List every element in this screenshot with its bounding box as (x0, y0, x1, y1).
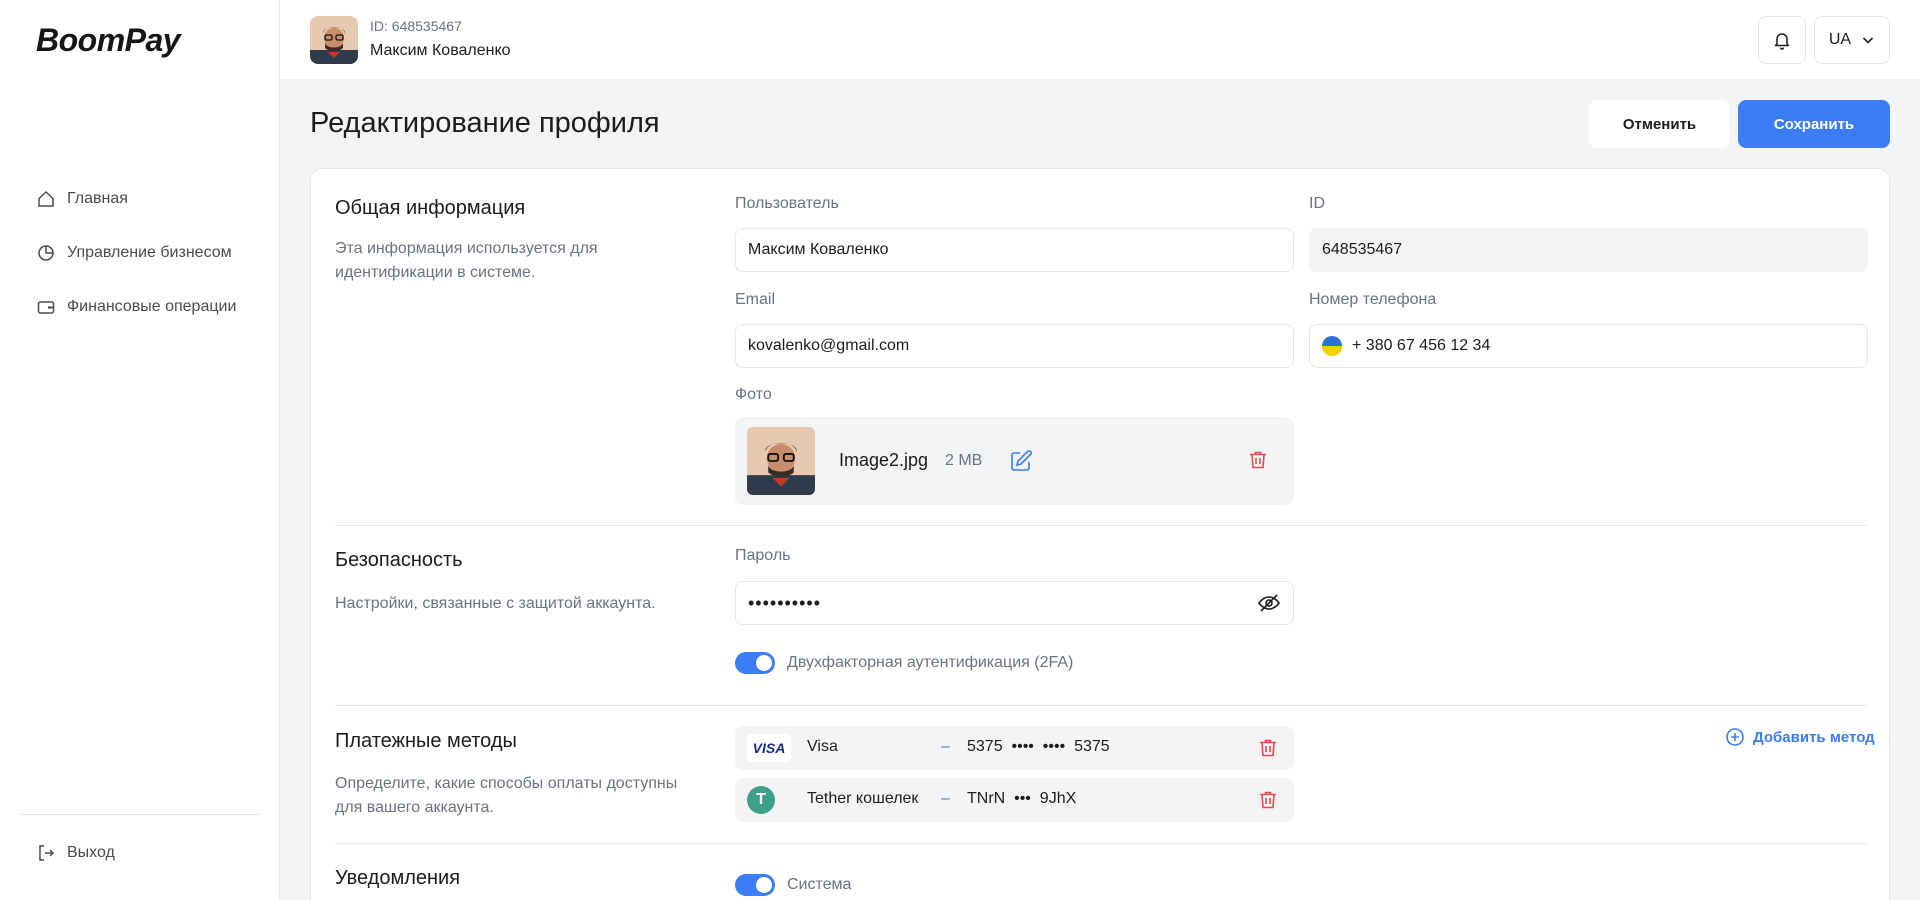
system-notifications-label: Система (787, 876, 852, 893)
delete-photo-button[interactable] (1247, 449, 1269, 476)
photo-file-name: Image2.jpg (839, 450, 929, 470)
section-divider (335, 843, 1867, 844)
phone-field-label: Номер телефона (1309, 291, 1437, 308)
sidebar-item-business[interactable]: Управление бизнесом (36, 226, 236, 280)
profile-card: Общая информация Эта информация использу… (310, 168, 1890, 900)
sidebar-item-home[interactable]: Главная (36, 172, 236, 226)
pie-chart-icon (38, 245, 54, 261)
trash-icon (1260, 739, 1276, 757)
payment-method-number: TNrN ••• 9JhX (967, 790, 1077, 807)
payments-section-desc: Определите, какие способы оплаты доступн… (335, 775, 678, 816)
general-section-title: Общая информация (335, 197, 526, 219)
phone-value: + 380 67 456 12 34 (1352, 337, 1491, 354)
sidebar: BoomPay Главная Управление бизнесом Фина… (0, 0, 280, 900)
language-value: UA (1828, 31, 1852, 48)
2fa-toggle[interactable] (735, 652, 775, 674)
eye-off-icon[interactable] (1257, 591, 1281, 615)
topbar: ID: 648535467 Максим Коваленко UA (280, 0, 1920, 80)
section-divider (335, 705, 1867, 706)
user-name-value: Максим Коваленко (748, 241, 889, 258)
photo-field-label: Фото (735, 386, 772, 403)
password-field[interactable]: •••••••••• (735, 581, 1294, 625)
sidebar-item-label: Финансовые операции (67, 298, 237, 315)
sidebar-nav: Главная Управление бизнесом Финансовые о… (36, 172, 236, 334)
logout-label: Выход (67, 844, 115, 861)
user-field-label: Пользователь (735, 195, 839, 212)
tether-logo-icon: T (747, 786, 775, 814)
id-field-label: ID (1309, 195, 1325, 212)
email-value: kovalenko@gmail.com (748, 337, 910, 354)
security-section-desc: Настройки, связанные с защитой аккаунта. (335, 595, 656, 612)
save-button[interactable]: Сохранить (1738, 100, 1890, 148)
cancel-button[interactable]: Отменить (1589, 100, 1730, 148)
sidebar-item-finance[interactable]: Финансовые операции (36, 280, 236, 334)
trash-icon (1250, 451, 1266, 469)
photo-upload: Image2.jpg 2 MB (735, 417, 1294, 505)
trash-icon (1260, 791, 1276, 809)
user-name-field[interactable]: Максим Коваленко (735, 228, 1294, 272)
photo-thumbnail (747, 427, 815, 495)
avatar[interactable] (310, 16, 358, 64)
plus-circle-icon (1726, 728, 1744, 746)
visa-logo-icon: VISA (747, 734, 791, 762)
security-section-title: Безопасность (335, 549, 463, 571)
notifications-button[interactable] (1758, 16, 1806, 64)
payment-method-name: Tether кошелек (807, 790, 919, 807)
delete-payment-button[interactable] (1257, 737, 1279, 764)
system-notifications-toggle[interactable] (735, 874, 775, 896)
payment-method-number: 5375 •••• •••• 5375 (967, 738, 1110, 755)
add-payment-method-button[interactable]: Добавить метод (1725, 727, 1875, 747)
sidebar-item-label: Управление бизнесом (67, 244, 232, 261)
app-logo[interactable]: BoomPay (36, 22, 181, 59)
payment-method-dash: – (941, 790, 950, 807)
add-payment-method-label: Добавить метод (1753, 728, 1875, 746)
page-title: Редактирование профиля (310, 107, 660, 139)
logout-icon (39, 845, 55, 861)
payment-method-name: Visa (807, 738, 838, 755)
edit-icon (1011, 450, 1032, 471)
id-field: 648535467 (1309, 228, 1868, 272)
language-select[interactable]: UA (1814, 16, 1890, 64)
payment-method-row: T Tether кошелек – TNrN ••• 9JhX (735, 778, 1294, 822)
notifications-section-title: Уведомления (335, 867, 461, 889)
password-value: •••••••••• (748, 592, 822, 613)
wallet-icon (37, 301, 55, 314)
bell-icon (1774, 33, 1790, 50)
logout-button[interactable]: Выход (36, 843, 115, 863)
sidebar-item-label: Главная (67, 190, 128, 207)
email-field[interactable]: kovalenko@gmail.com (735, 324, 1294, 368)
payments-section-title: Платежные методы (335, 730, 517, 752)
payment-method-dash: – (941, 738, 950, 755)
delete-payment-button[interactable] (1257, 789, 1279, 816)
edit-photo-button[interactable] (1009, 449, 1033, 478)
chevron-down-icon (1863, 37, 1874, 44)
user-id-text: ID: 648535467 (370, 18, 462, 34)
email-field-label: Email (735, 291, 776, 308)
home-icon (38, 191, 54, 207)
photo-file-size: 2 MB (945, 452, 983, 469)
phone-field[interactable]: + 380 67 456 12 34 (1309, 324, 1868, 368)
sidebar-divider (20, 814, 260, 815)
general-section-desc: Эта информация используется для идентифи… (335, 240, 598, 281)
password-field-label: Пароль (735, 547, 791, 564)
section-divider (335, 525, 1867, 526)
payment-method-row: VISA Visa – 5375 •••• •••• 5375 (735, 726, 1294, 770)
user-name-text: Максим Коваленко (370, 42, 511, 59)
2fa-toggle-label: Двухфакторная аутентификация (2FA) (787, 654, 1074, 671)
id-value: 648535467 (1322, 241, 1403, 258)
ukraine-flag-icon (1322, 336, 1342, 356)
